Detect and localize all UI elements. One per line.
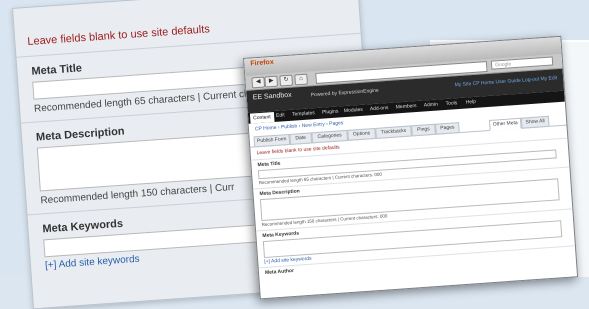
- header-links[interactable]: My Site CP Home User Guide Log-out My Ed…: [454, 75, 557, 88]
- tab-other-meta[interactable]: Other Meta: [488, 117, 522, 131]
- meta-keywords-label: Meta Keywords: [42, 217, 124, 236]
- home-icon[interactable]: ⌂: [294, 73, 309, 86]
- site-name[interactable]: EE Sandbox: [253, 92, 292, 102]
- tab-pages[interactable]: Pages: [435, 122, 460, 135]
- tab-publish-form[interactable]: Publish Form: [253, 133, 291, 148]
- nav-item-admin[interactable]: Admin: [424, 102, 439, 109]
- tab-show-all[interactable]: Show All: [520, 115, 550, 129]
- tab-pings[interactable]: Pings: [411, 123, 436, 137]
- nav-item-tools[interactable]: Tools: [445, 100, 457, 107]
- nav-item-modules[interactable]: Modules: [344, 107, 363, 114]
- add-keywords-link[interactable]: [+] Add site keywords: [45, 254, 140, 272]
- nav-item-templates[interactable]: Templates: [292, 110, 315, 118]
- nav-item-content[interactable]: Content: [249, 112, 275, 124]
- browser-window: Firefox ◀ ▶ ↻ ⌂ Google EE Sandbox Powere…: [243, 35, 579, 300]
- meta-title-label: Meta Title: [31, 62, 83, 78]
- tab-trackbacks[interactable]: Trackbacks: [375, 125, 412, 139]
- nav-item-help[interactable]: Help: [465, 99, 476, 106]
- tab-date[interactable]: Date: [289, 132, 313, 145]
- forward-icon[interactable]: ▶: [264, 75, 279, 88]
- nav-item-addons[interactable]: Add-ons: [370, 105, 389, 112]
- page: { "form": { "notice": "Leave fields blan…: [0, 0, 589, 309]
- tab-categories[interactable]: Categories: [311, 129, 349, 144]
- browser-meta-title-input[interactable]: [257, 149, 557, 180]
- nav-item-members[interactable]: Members: [396, 103, 417, 110]
- header-subtitle: Powered by ExpressionEngine: [310, 87, 379, 99]
- nav-item-plugins[interactable]: Plugins: [322, 108, 339, 115]
- meta-description-label: Meta Description: [35, 125, 125, 144]
- window-title: Firefox: [250, 58, 274, 68]
- browser-extra-label: Meta Author: [264, 267, 295, 276]
- back-icon[interactable]: ◀: [251, 76, 266, 89]
- search-input[interactable]: Google: [490, 56, 554, 70]
- nav-item-edit[interactable]: Edit: [276, 112, 285, 119]
- browser-meta-keywords-label: Meta Keywords: [262, 230, 300, 240]
- reload-icon[interactable]: ↻: [279, 74, 294, 87]
- browser-meta-title-label: Meta Title: [257, 160, 281, 169]
- tab-options[interactable]: Options: [347, 127, 376, 141]
